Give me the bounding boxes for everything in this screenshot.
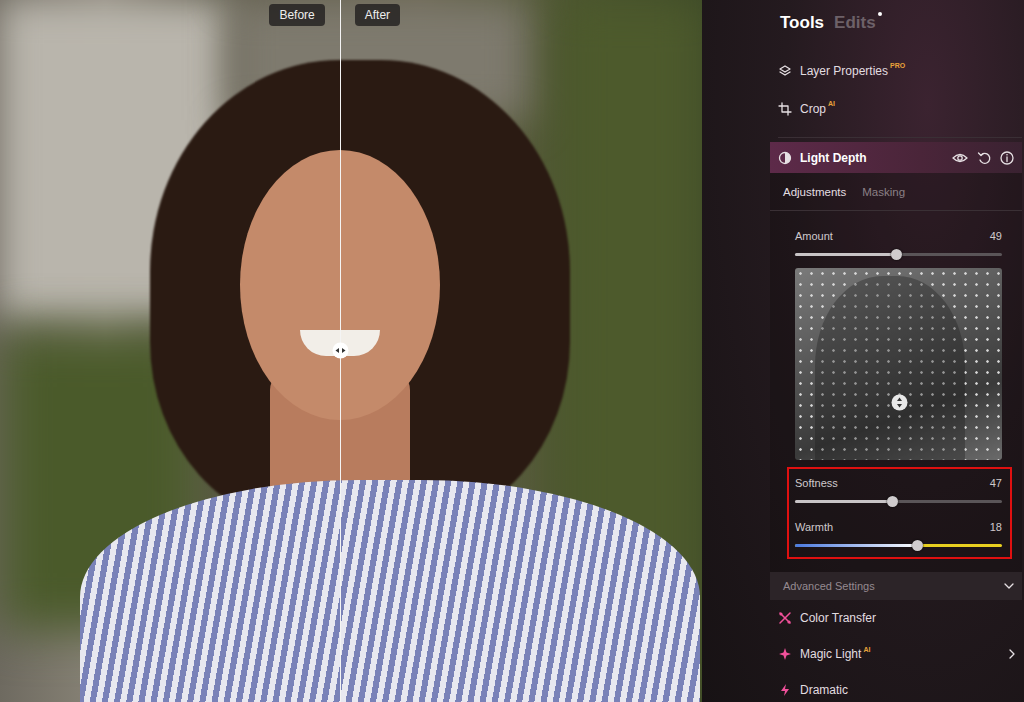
chevron-right-icon	[1008, 649, 1016, 659]
photo-canvas: Before After	[0, 0, 702, 702]
slider-knob[interactable]	[887, 496, 898, 507]
light-depth-icon	[778, 151, 792, 165]
slider-wrap	[795, 495, 1002, 507]
separator	[778, 137, 1022, 138]
slider-knob[interactable]	[912, 540, 923, 551]
tool-item[interactable]: Dramatic	[770, 672, 1022, 702]
slider-fill	[795, 544, 917, 547]
tool-label: Magic Light	[800, 647, 861, 661]
tool-label: Color Transfer	[800, 611, 876, 625]
adjustments: Amount 49 Softness 47 Warmth 18	[770, 211, 1022, 559]
unsaved-dot	[878, 12, 882, 16]
lightning-icon	[778, 683, 792, 697]
split-handle-icon[interactable]	[332, 342, 349, 359]
light-depth-body: Adjustments Masking Amount 49 Softness 47 Warm…	[770, 173, 1022, 600]
slider-fill	[795, 253, 896, 256]
slider-wrap	[795, 539, 1002, 551]
slider-track[interactable]	[795, 544, 1002, 547]
light-depth-section: Light Depth Adjustments Masking Amount 49 Sof…	[770, 142, 1022, 600]
slider-label: Warmth	[795, 521, 833, 533]
tab-label: Tools	[780, 13, 824, 32]
slider: Softness 47	[795, 475, 1002, 507]
crop-icon	[778, 102, 792, 116]
layers-icon	[778, 64, 792, 78]
tool-item[interactable]: CropAI	[770, 90, 1022, 128]
slider-fill	[795, 500, 892, 503]
slider-wrap	[795, 248, 1002, 260]
advanced-settings[interactable]: Advanced Settings	[770, 572, 1022, 600]
section-title: Light Depth	[800, 151, 867, 165]
tool-badge: AI	[828, 100, 835, 107]
tools-panel: ToolsEditsLayer PropertiesPROCropAILight…	[702, 0, 1024, 702]
light-position-handle-icon[interactable]	[891, 394, 908, 411]
sparkle-icon	[778, 647, 792, 661]
header-actions	[952, 151, 1014, 165]
info-icon[interactable]	[1000, 151, 1014, 165]
subtabs: Adjustments Masking	[770, 173, 1022, 211]
slider: Warmth 18	[795, 519, 1002, 551]
slider-value: 49	[990, 230, 1002, 242]
panel-tab[interactable]: Tools	[780, 13, 824, 33]
panel-tab[interactable]: Edits	[834, 13, 876, 33]
slider-label: Softness	[795, 477, 838, 489]
light-depth-header[interactable]: Light Depth	[770, 142, 1022, 173]
subtab[interactable]: Masking	[862, 186, 905, 198]
slider-track[interactable]	[795, 253, 1002, 256]
tool-label: Dramatic	[800, 683, 848, 697]
undo-icon[interactable]	[977, 151, 991, 165]
tool-badge: PRO	[890, 62, 905, 69]
highlight-box: Softness 47 Warmth 18	[787, 467, 1012, 559]
slider-label: Amount	[795, 230, 833, 242]
slider: Amount 49	[795, 228, 1002, 260]
after-badge: After	[355, 4, 400, 26]
subtab[interactable]: Adjustments	[783, 186, 846, 198]
tool-item[interactable]: Magic LightAI	[770, 636, 1022, 672]
before-badge: Before	[269, 4, 324, 26]
after-label: After	[355, 4, 400, 26]
color-transfer-icon	[778, 611, 792, 625]
slider-label-row: Amount 49	[795, 228, 1002, 244]
slider-knob[interactable]	[891, 249, 902, 260]
depth-silhouette	[815, 276, 965, 460]
depth-map-preview[interactable]	[795, 268, 1002, 460]
tool-label: Layer Properties	[800, 64, 888, 78]
slider-value: 47	[990, 477, 1002, 489]
tool-badge: AI	[863, 646, 870, 653]
eye-icon[interactable]	[952, 151, 968, 165]
tool-list-bottom: Color Transfer Magic LightAI Dramatic	[770, 600, 1022, 702]
striped-shirt	[80, 480, 700, 702]
slider-label-row: Softness 47	[795, 475, 1002, 491]
advanced-label: Advanced Settings	[783, 580, 875, 592]
slider-track[interactable]	[795, 500, 1002, 503]
tool-item[interactable]: Color Transfer	[770, 600, 1022, 636]
before-label: Before	[269, 4, 324, 26]
tab-label: Edits	[834, 13, 876, 32]
tool-item[interactable]: Layer PropertiesPRO	[770, 52, 1022, 90]
slider-value: 18	[990, 521, 1002, 533]
slider-label-row: Warmth 18	[795, 519, 1002, 535]
panel-tabs: Tools Edits	[770, 10, 1022, 36]
tool-list: Layer PropertiesPROCropAI	[770, 52, 1022, 128]
chevron-down-icon	[1004, 582, 1014, 590]
tool-label: Crop	[800, 102, 826, 116]
